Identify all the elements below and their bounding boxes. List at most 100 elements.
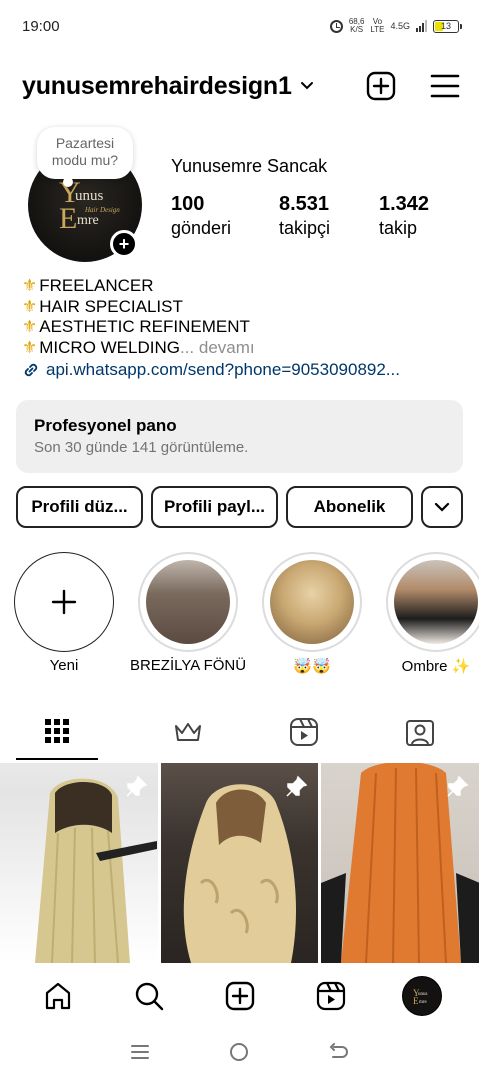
- create-button[interactable]: [365, 70, 397, 102]
- search-icon: [135, 982, 163, 1011]
- highlight-new[interactable]: Yeni: [14, 552, 114, 674]
- share-profile-button[interactable]: Profili payl...: [151, 486, 278, 528]
- story-highlights: Yeni BREZİLYA FÖNÜ 🤯🤯 Ombre ✨: [0, 552, 479, 678]
- bio-link-text: api.whatsapp.com/send?phone=9053090892..…: [46, 360, 400, 379]
- home-icon: [45, 982, 70, 1010]
- profile-stats: 100 gönderi 8.531 takipçi 1.342 takip: [171, 192, 429, 240]
- logo-initial-bottom: E: [59, 202, 77, 235]
- circle-home-icon: [230, 1043, 249, 1061]
- highlight-label: 🤯🤯: [293, 658, 331, 675]
- stat-followers[interactable]: 8.531 takipçi: [279, 192, 379, 240]
- nav-search[interactable]: [125, 972, 173, 1020]
- back-button[interactable]: [329, 1042, 349, 1067]
- status-bar: 19:00 68,6 K/S Vo LTE 4.5G 13: [0, 0, 479, 52]
- pin-icon: [286, 775, 308, 797]
- dashboard-title: Profesyonel pano: [34, 416, 177, 435]
- back-arrow-icon: [329, 1043, 349, 1058]
- bio-text: AESTHETIC REFINEMENT: [39, 317, 250, 336]
- highlight-cover: [394, 560, 478, 644]
- net-speed: 68,6 K/S: [349, 18, 365, 34]
- note-bubble[interactable]: Pazartesi modu mu?: [37, 127, 133, 187]
- suggestions-toggle-button[interactable]: [421, 486, 463, 528]
- post-grid: [0, 763, 479, 963]
- highlight-item[interactable]: BREZİLYA FÖNÜ: [130, 552, 246, 674]
- chevron-down-icon: [434, 502, 450, 512]
- tab-tagged[interactable]: [363, 704, 477, 760]
- net-speed-unit: K/S: [350, 25, 364, 34]
- tab-posts[interactable]: [16, 704, 98, 760]
- subscription-button[interactable]: Abonelik: [286, 486, 413, 528]
- dashboard-subtitle: Son 30 günde 141 görüntüleme.: [34, 439, 249, 456]
- account-switcher[interactable]: yunusemrehairdesign1: [22, 72, 314, 101]
- reels-icon: [290, 718, 319, 746]
- brand-logo: Y unus E mre: [413, 988, 428, 1006]
- volte-bottom: LTE: [370, 25, 385, 34]
- post-thumbnail[interactable]: [321, 763, 479, 963]
- menu-button[interactable]: [429, 70, 461, 102]
- fleur-de-lis-icon: ⚜: [22, 337, 38, 357]
- menu-lines-icon: [130, 1045, 149, 1059]
- pin-icon: [126, 775, 148, 797]
- crown-icon: [175, 723, 202, 741]
- highlight-label: Yeni: [49, 657, 79, 674]
- post-thumbnail[interactable]: [160, 763, 319, 963]
- full-name: Yunusemre Sancak: [171, 156, 328, 176]
- highlight-ring: [138, 552, 238, 652]
- stat-following[interactable]: 1.342 takip: [379, 192, 429, 240]
- logo-top: unus: [418, 992, 428, 997]
- recents-button[interactable]: [130, 1043, 150, 1066]
- logo-bottom: mre: [77, 213, 99, 228]
- nav-reels[interactable]: [307, 972, 355, 1020]
- nav-profile[interactable]: Y unus E mre: [398, 972, 446, 1020]
- home-button[interactable]: [229, 1042, 249, 1067]
- post-thumbnail[interactable]: [0, 763, 158, 963]
- bio-more-link[interactable]: ... devamı: [180, 338, 255, 359]
- plus-square-icon: [366, 71, 396, 101]
- stat-value: 100: [171, 193, 205, 215]
- highlight-cover: [270, 560, 354, 644]
- profile-tabs: [16, 704, 479, 760]
- add-story-badge[interactable]: +: [110, 230, 138, 258]
- battery-icon: 13: [433, 19, 462, 33]
- tab-subscriptions[interactable]: [132, 704, 246, 760]
- professional-dashboard[interactable]: Profesyonel pano Son 30 günde 141 görünt…: [16, 400, 463, 473]
- bio-line: ⚜ HAIR SPECIALIST: [22, 297, 459, 318]
- stat-label: gönderi: [171, 218, 232, 238]
- battery-level: 13: [440, 21, 451, 31]
- bio-line: ⚜ FREELANCER: [22, 276, 459, 297]
- alarm-icon: [329, 19, 343, 33]
- status-time: 19:00: [22, 17, 60, 35]
- highlight-item[interactable]: Ombre ✨: [386, 552, 479, 675]
- note-text: Pazartesi modu mu?: [51, 135, 119, 168]
- system-nav-bar: [0, 1029, 479, 1080]
- nav-home[interactable]: [34, 972, 82, 1020]
- highlight-ring: [14, 552, 114, 652]
- tagged-icon: [406, 720, 435, 746]
- bio-line: ⚜ AESTHETIC REFINEMENT: [22, 317, 459, 338]
- username: yunusemrehairdesign1: [22, 71, 292, 100]
- stat-posts[interactable]: 100 gönderi: [171, 192, 279, 240]
- nav-create[interactable]: [216, 972, 264, 1020]
- edit-profile-button[interactable]: Profili düz...: [16, 486, 143, 528]
- highlight-item[interactable]: 🤯🤯: [262, 552, 362, 675]
- bottom-nav: Y unus E mre: [0, 963, 479, 1029]
- grid-icon: [44, 719, 69, 743]
- hamburger-icon: [430, 74, 460, 98]
- header-actions: [365, 70, 461, 102]
- tab-reels[interactable]: [247, 704, 361, 760]
- highlight-ring: [386, 552, 479, 652]
- highlight-label: Ombre ✨: [401, 658, 471, 675]
- network-type: 4.5G: [390, 21, 410, 31]
- bio-link[interactable]: api.whatsapp.com/send?phone=9053090892..…: [22, 360, 459, 381]
- profile-header: yunusemrehairdesign1: [22, 62, 461, 110]
- create-icon: [225, 981, 254, 1011]
- stat-label: takipçi: [279, 218, 331, 238]
- bio-line: ⚜ MICRO WELDING... devamı: [22, 338, 459, 359]
- status-icons: 68,6 K/S Vo LTE 4.5G 13: [329, 18, 462, 34]
- fleur-de-lis-icon: ⚜: [22, 276, 38, 295]
- pin-icon: [447, 775, 469, 797]
- bio: ⚜ FREELANCER ⚜ HAIR SPECIALIST ⚜ AESTHETI…: [22, 276, 459, 381]
- highlight-cover: [146, 560, 230, 644]
- stat-value: 8.531: [279, 193, 330, 215]
- plus-icon: [51, 589, 77, 615]
